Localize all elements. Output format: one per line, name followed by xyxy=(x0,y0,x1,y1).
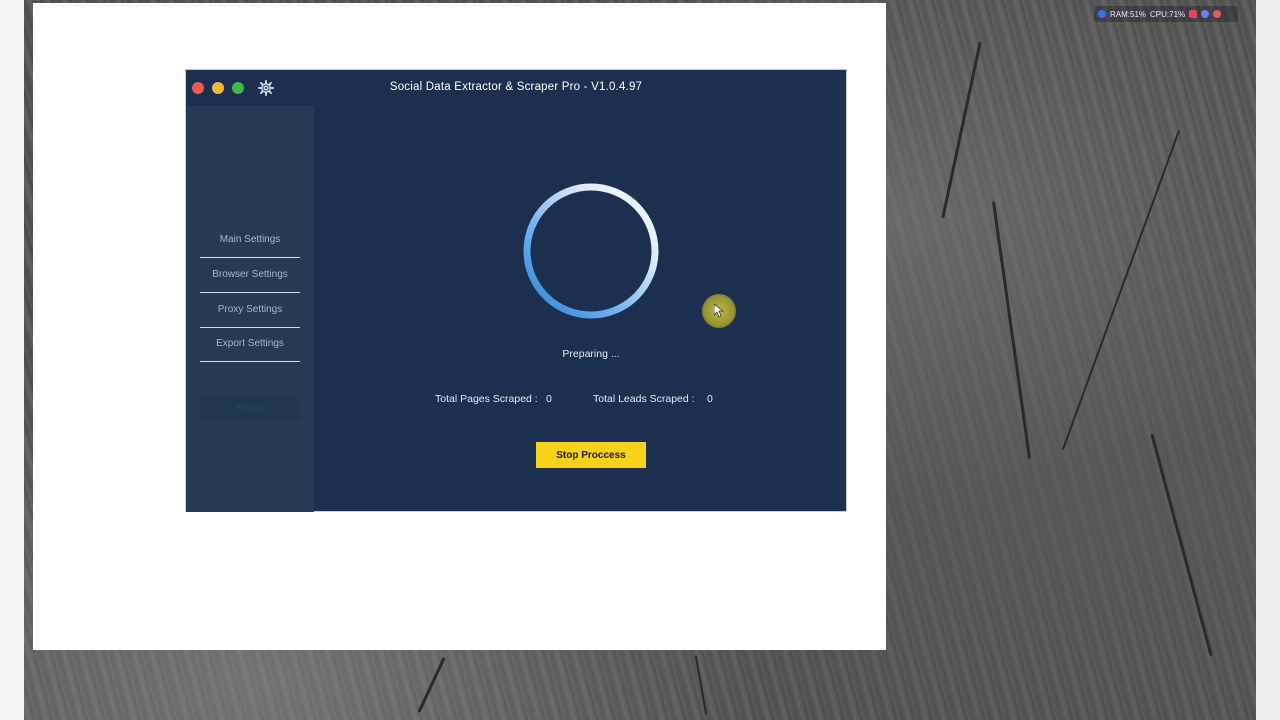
sidebar-item-export-settings[interactable]: Export Settings xyxy=(200,327,300,362)
alert-icon[interactable] xyxy=(1213,10,1222,18)
total-leads-value: 0 xyxy=(707,393,713,405)
record-icon[interactable] xyxy=(1189,10,1198,18)
sidebar-item-proxy-settings[interactable]: Proxy Settings xyxy=(200,293,300,328)
mouse-pointer-icon xyxy=(714,304,724,318)
sidebar-item-browser-settings[interactable]: Browser Settings xyxy=(200,258,300,293)
network-icon[interactable] xyxy=(1201,10,1210,18)
sidebar: Main Settings Browser Settings Proxy Set… xyxy=(186,106,314,512)
loading-spinner xyxy=(523,183,659,319)
status-label: Ready xyxy=(200,398,300,420)
rock-crack xyxy=(1150,433,1213,657)
rock-crack xyxy=(941,41,982,219)
rock-crack xyxy=(417,657,446,713)
rock-crack xyxy=(991,201,1032,459)
system-tray: RAM:51% CPU:71% xyxy=(1094,6,1238,22)
total-pages-label: Total Pages Scraped : xyxy=(435,393,538,405)
rock-crack xyxy=(1061,129,1181,451)
stop-process-button[interactable]: Stop Proccess xyxy=(536,442,646,468)
title-bar[interactable]: Social Data Extractor & Scraper Pro - V1… xyxy=(186,70,846,106)
progress-status-text: Preparing ... xyxy=(562,348,620,360)
sidebar-item-main-settings[interactable]: Main Settings xyxy=(200,223,300,258)
left-desktop-edge xyxy=(0,0,24,720)
cpu-usage: CPU:71% xyxy=(1150,9,1186,19)
total-leads-label: Total Leads Scraped : xyxy=(593,393,695,405)
ram-usage: RAM:51% xyxy=(1110,9,1147,19)
app-window: Social Data Extractor & Scraper Pro - V1… xyxy=(185,69,847,512)
total-pages-value: 0 xyxy=(546,393,552,405)
window-title: Social Data Extractor & Scraper Pro - V1… xyxy=(389,81,643,93)
right-desktop-edge xyxy=(1256,0,1280,720)
microphone-icon[interactable] xyxy=(1098,10,1106,18)
rock-crack xyxy=(694,655,708,715)
